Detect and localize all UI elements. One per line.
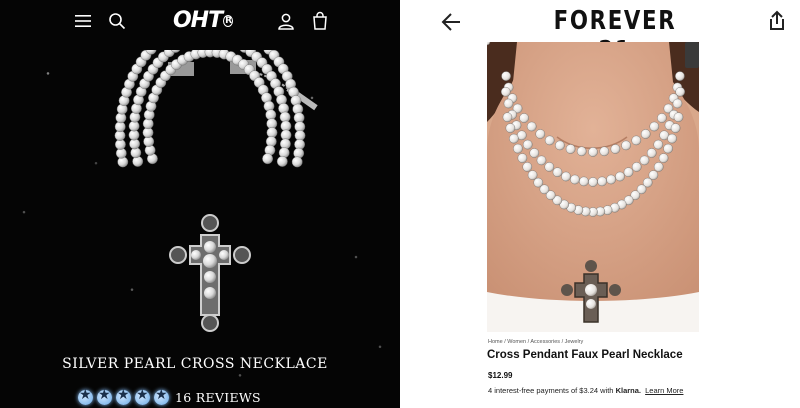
pearl bbox=[639, 155, 650, 166]
oht-header: OHT R bbox=[0, 0, 400, 42]
product-title: SILVER PEARL CROSS NECKLACE bbox=[62, 356, 328, 372]
pearl bbox=[509, 133, 519, 144]
pearl bbox=[570, 174, 580, 185]
back-arrow-icon[interactable] bbox=[440, 11, 462, 33]
pearl bbox=[576, 146, 587, 157]
pearl bbox=[658, 153, 669, 163]
pearl bbox=[631, 135, 642, 146]
star-icon bbox=[78, 387, 93, 405]
pearl bbox=[552, 167, 563, 177]
cross-pendant bbox=[169, 214, 251, 332]
star-icon bbox=[116, 387, 131, 405]
pearl bbox=[672, 98, 683, 109]
pearl bbox=[565, 144, 576, 154]
klarna-logo: Klarna. bbox=[615, 386, 642, 395]
pearl bbox=[262, 153, 274, 165]
pearl bbox=[513, 143, 523, 154]
pearl bbox=[517, 153, 528, 163]
star-icon bbox=[135, 387, 150, 405]
pearl bbox=[653, 139, 664, 150]
pearl bbox=[501, 71, 511, 81]
pearl bbox=[648, 170, 659, 180]
pearl bbox=[519, 113, 529, 123]
pearl bbox=[529, 148, 540, 158]
pearl bbox=[588, 177, 598, 187]
reviews-count[interactable]: 16 REVIEWS bbox=[175, 390, 261, 405]
pearl bbox=[615, 171, 625, 182]
pearl bbox=[579, 176, 589, 187]
product-title: Cross Pendant Faux Pearl Necklace bbox=[487, 349, 683, 361]
pearl bbox=[544, 135, 555, 146]
pearl bbox=[649, 121, 660, 132]
pearl bbox=[291, 156, 303, 168]
pearl bbox=[522, 139, 533, 150]
pearl bbox=[522, 162, 533, 172]
installment-info: 4 interest-free payments of $3.24 with K… bbox=[488, 386, 683, 395]
pearl bbox=[599, 146, 610, 157]
pearl bbox=[588, 147, 598, 157]
oht-logo[interactable]: OHT R bbox=[164, 6, 242, 36]
oht-product-panel: OHT R SILVER PEARL CROSS NECKLACE ★ ★ ★ … bbox=[0, 0, 400, 408]
learn-more-link[interactable]: Learn More bbox=[645, 386, 683, 395]
forever21-header: FOREVER 21 bbox=[400, 0, 800, 66]
pearl bbox=[621, 140, 631, 151]
product-price: $12.99 bbox=[488, 371, 513, 380]
pearl bbox=[503, 98, 514, 109]
pearl bbox=[667, 133, 677, 144]
pearl bbox=[555, 140, 565, 151]
pearl bbox=[276, 156, 288, 167]
pearl bbox=[631, 162, 642, 172]
pearl bbox=[535, 129, 546, 139]
pearl bbox=[597, 176, 607, 187]
model-product-photo bbox=[487, 42, 699, 332]
pearl bbox=[606, 174, 616, 185]
pearl bbox=[610, 144, 621, 154]
pearl bbox=[623, 167, 634, 177]
pearl bbox=[663, 143, 673, 154]
pearl bbox=[653, 162, 664, 172]
pearl bbox=[561, 171, 571, 182]
pearl bbox=[675, 71, 685, 81]
pearl bbox=[526, 121, 537, 132]
pearl bbox=[640, 129, 651, 139]
pearl bbox=[533, 177, 544, 188]
cart-icon[interactable] bbox=[310, 11, 330, 31]
pearl bbox=[657, 113, 667, 123]
star-rating[interactable]: 16 REVIEWS bbox=[78, 387, 261, 407]
star-icon bbox=[154, 387, 169, 405]
share-icon[interactable] bbox=[766, 10, 788, 32]
pearl bbox=[675, 87, 685, 97]
pearl bbox=[670, 123, 681, 133]
pearl bbox=[500, 87, 511, 97]
necklace-product-image bbox=[114, 50, 318, 332]
pearl bbox=[646, 148, 657, 158]
breadcrumb[interactable]: Home / Women / Accessories / Jewelry bbox=[488, 339, 583, 345]
pearl bbox=[536, 155, 547, 166]
pearl bbox=[544, 162, 555, 172]
forever21-product-panel: FOREVER 21 bbox=[400, 0, 800, 408]
menu-icon[interactable] bbox=[73, 11, 93, 31]
pearl bbox=[505, 123, 516, 133]
search-icon[interactable] bbox=[107, 11, 127, 31]
account-icon[interactable] bbox=[276, 11, 296, 31]
pearl bbox=[527, 170, 538, 180]
installment-text: 4 interest-free payments of $3.24 with bbox=[488, 386, 614, 395]
pearl bbox=[502, 112, 513, 122]
star-icon bbox=[97, 387, 112, 405]
pearl bbox=[673, 112, 684, 122]
